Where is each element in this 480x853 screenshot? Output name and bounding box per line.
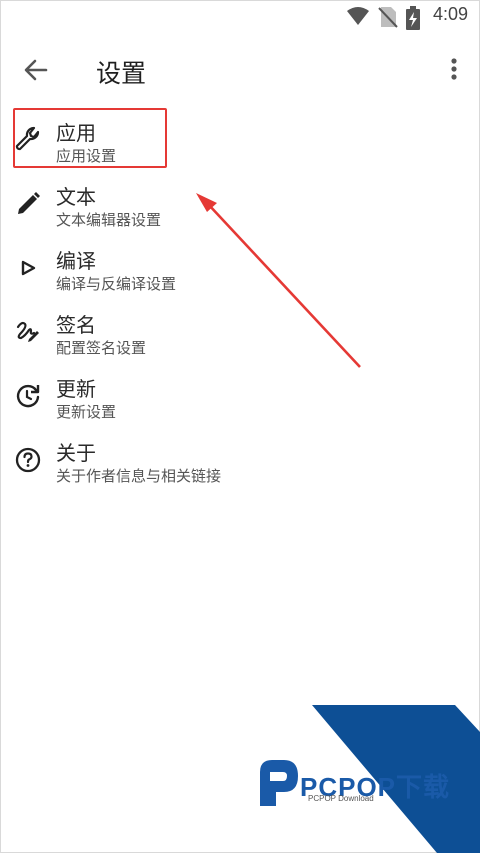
- annotation-arrow: [196, 193, 361, 368]
